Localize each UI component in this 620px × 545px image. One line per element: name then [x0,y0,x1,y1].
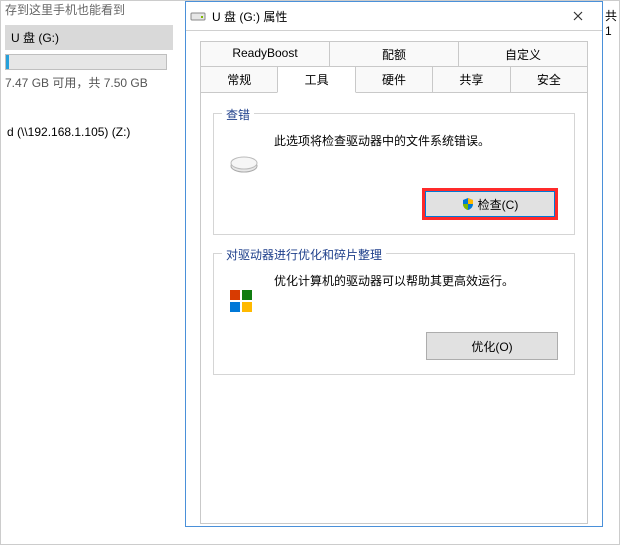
tab-readyboost[interactable]: ReadyBoost [200,41,330,67]
tab-quota[interactable]: 配额 [329,41,459,67]
properties-dialog: U 盘 (G:) 属性 ReadyBoost 配额 自定义 常规 工具 硬件 共… [185,1,603,527]
explorer-sidebar: 存到这里手机也能看到 U 盘 (G:) 7.47 GB 可用，共 7.50 GB… [1,1,181,545]
check-button-label: 检查(C) [478,196,519,213]
drive-capacity-bar [5,54,167,70]
optimize-description: 优化计算机的驱动器可以帮助其更高效运行。 [274,272,562,289]
group-title-optimize: 对驱动器进行优化和碎片整理 [222,246,386,263]
drive-item-network[interactable]: d (\\192.168.1.105) (Z:) [5,121,179,143]
group-title-check: 查错 [222,106,254,123]
drive-label: U 盘 (G:) [11,29,167,46]
optimize-button-label: 优化(O) [471,338,512,355]
close-button[interactable] [558,2,598,30]
check-button[interactable]: 检查(C) [422,188,558,220]
titlebar[interactable]: U 盘 (G:) 属性 [186,2,602,31]
uac-shield-icon [462,198,474,210]
dialog-title: U 盘 (G:) 属性 [212,8,558,25]
drive-icon [190,8,206,24]
explorer-hint: 存到这里手机也能看到 [1,1,189,19]
close-icon [573,11,583,21]
tab-tools[interactable]: 工具 [277,66,355,93]
check-description: 此选项将检查驱动器中的文件系统错误。 [274,132,562,149]
tab-panel-tools: 查错 此选项将检查驱动器中的文件系统错误。 检查(C) 对驱动器进行优化和碎片整… [200,92,588,524]
group-optimize: 对驱动器进行优化和碎片整理 优化计算机的驱动器可以帮助其更高效运行。 优化(O) [213,253,575,375]
drive-disk-icon [228,144,260,176]
tab-customize[interactable]: 自定义 [458,41,588,67]
drive-item-usb[interactable]: U 盘 (G:) [5,25,173,50]
background-text: 共 1 [605,7,619,38]
group-error-checking: 查错 此选项将检查驱动器中的文件系统错误。 检查(C) [213,113,575,235]
tab-general[interactable]: 常规 [200,66,278,93]
drive-capacity-text: 7.47 GB 可用，共 7.50 GB [5,74,173,91]
tab-security[interactable]: 安全 [510,66,588,93]
optimize-button[interactable]: 优化(O) [426,332,558,360]
tab-sharing[interactable]: 共享 [432,66,510,93]
defrag-icon [228,284,260,316]
tab-hardware[interactable]: 硬件 [355,66,433,93]
